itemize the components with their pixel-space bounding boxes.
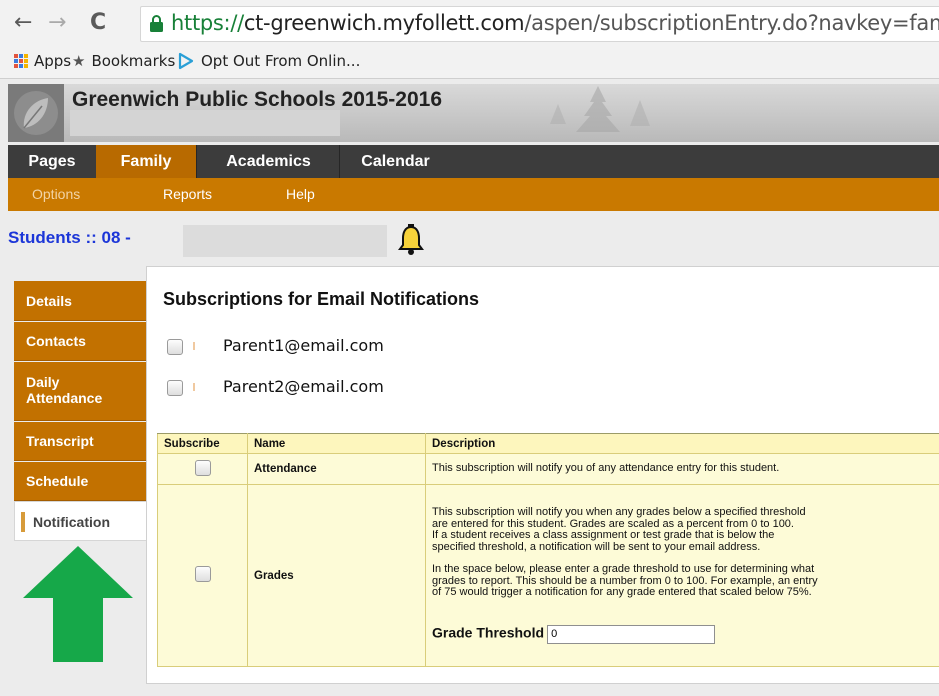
lock-icon (150, 15, 163, 32)
header-subtitle-area (70, 110, 340, 136)
side-tab-schedule[interactable]: Schedule (14, 462, 146, 501)
table-row: Attendance This subscription will notify… (157, 453, 939, 485)
label-marker (193, 383, 195, 391)
side-tab-daily-attendance[interactable]: Daily Attendance (14, 362, 146, 421)
email-subscription-row: Parent1@email.com (167, 336, 384, 355)
tab-family[interactable]: Family (96, 145, 196, 178)
table-row: Grades This subscription will notify you… (157, 484, 939, 667)
tab-academics[interactable]: Academics (196, 145, 340, 178)
address-bar[interactable]: https://ct-greenwich.myfollett.com/aspen… (140, 6, 939, 42)
subscription-description: This subscription will notify you of any… (425, 453, 939, 485)
bookmark-apps[interactable]: Apps (14, 52, 71, 70)
bell-icon[interactable] (398, 224, 424, 256)
notification-panel: Subscriptions for Email Notifications Pa… (146, 266, 939, 684)
grades-subscribe-checkbox[interactable] (194, 566, 211, 582)
bookmark-opt-out[interactable]: Opt Out From Onlin... (177, 52, 360, 70)
panel-title: Subscriptions for Email Notifications (163, 289, 480, 309)
subtab-options[interactable]: Options (32, 178, 80, 211)
side-tab-notification[interactable]: Notification (14, 501, 146, 541)
students-breadcrumb[interactable]: Students :: 08 - (8, 228, 131, 248)
subscriptions-table: Subscribe Name Description Attendance Th… (157, 433, 939, 667)
grade-threshold-label: Grade Threshold (432, 624, 545, 641)
school-title: Greenwich Public Schools 2015-2016 (72, 88, 442, 111)
email-checkbox[interactable] (167, 339, 183, 355)
label-marker (193, 342, 195, 350)
reload-icon[interactable]: C (90, 12, 106, 34)
description-line: specified threshold, a notification will… (432, 540, 761, 553)
tab-calendar[interactable]: Calendar (339, 145, 451, 178)
leaf-logo-icon (14, 91, 58, 135)
secondary-nav: Options Reports Help (8, 178, 939, 211)
play-logo-icon (178, 52, 194, 70)
url-text: https://ct-greenwich.myfollett.com/aspen… (171, 11, 939, 35)
email-address: Parent1@email.com (223, 336, 384, 355)
grade-threshold-row: Grade Threshold (432, 624, 933, 644)
column-header: Description (425, 433, 939, 454)
subscription-description: This subscription will notify you when a… (425, 484, 939, 667)
student-name-redacted (183, 225, 387, 257)
side-tab-contacts[interactable]: Contacts (14, 322, 146, 361)
header-tree-graphic (550, 86, 650, 132)
primary-nav: Pages Family Academics Calendar (8, 145, 939, 178)
bookmark-label: Apps (34, 52, 72, 70)
column-header: Subscribe (157, 433, 248, 454)
school-logo (8, 84, 64, 142)
email-subscription-row: Parent2@email.com (167, 377, 384, 396)
bookmarks-bar: Apps ★ Bookmarks Opt Out From Onlin... (0, 46, 939, 76)
subscribe-cell (157, 453, 248, 485)
app-header: Greenwich Public Schools 2015-2016 (8, 84, 939, 142)
star-icon: ★ (72, 52, 86, 70)
bookmark-label: Opt Out From Onlin... (201, 52, 361, 70)
side-tab-transcript[interactable]: Transcript (14, 422, 146, 461)
forward-arrow-icon[interactable]: → (48, 12, 66, 34)
apps-grid-icon (14, 54, 28, 68)
bookmark-bookmarks[interactable]: ★ Bookmarks (72, 52, 175, 70)
up-arrow-icon (23, 546, 133, 662)
browser-toolbar: ← → C https://ct-greenwich.myfollett.com… (0, 0, 939, 79)
bookmark-label: Bookmarks (91, 52, 176, 70)
table-header-row: Subscribe Name Description (157, 433, 939, 454)
email-checkbox[interactable] (167, 380, 183, 396)
subscription-name: Attendance (247, 453, 426, 485)
tab-pages[interactable]: Pages (8, 145, 96, 178)
description-line: of 75 would trigger a notification for a… (432, 586, 812, 599)
subtab-help[interactable]: Help (286, 178, 315, 211)
subscribe-cell (157, 484, 248, 667)
column-header: Name (247, 433, 426, 454)
email-address: Parent2@email.com (223, 377, 384, 396)
attendance-subscribe-checkbox[interactable] (194, 459, 211, 476)
subscription-name: Grades (247, 484, 426, 667)
grade-threshold-input[interactable] (547, 624, 716, 644)
back-arrow-icon[interactable]: ← (14, 12, 32, 34)
side-tab-details[interactable]: Details (14, 281, 146, 321)
subtab-reports[interactable]: Reports (163, 178, 212, 211)
